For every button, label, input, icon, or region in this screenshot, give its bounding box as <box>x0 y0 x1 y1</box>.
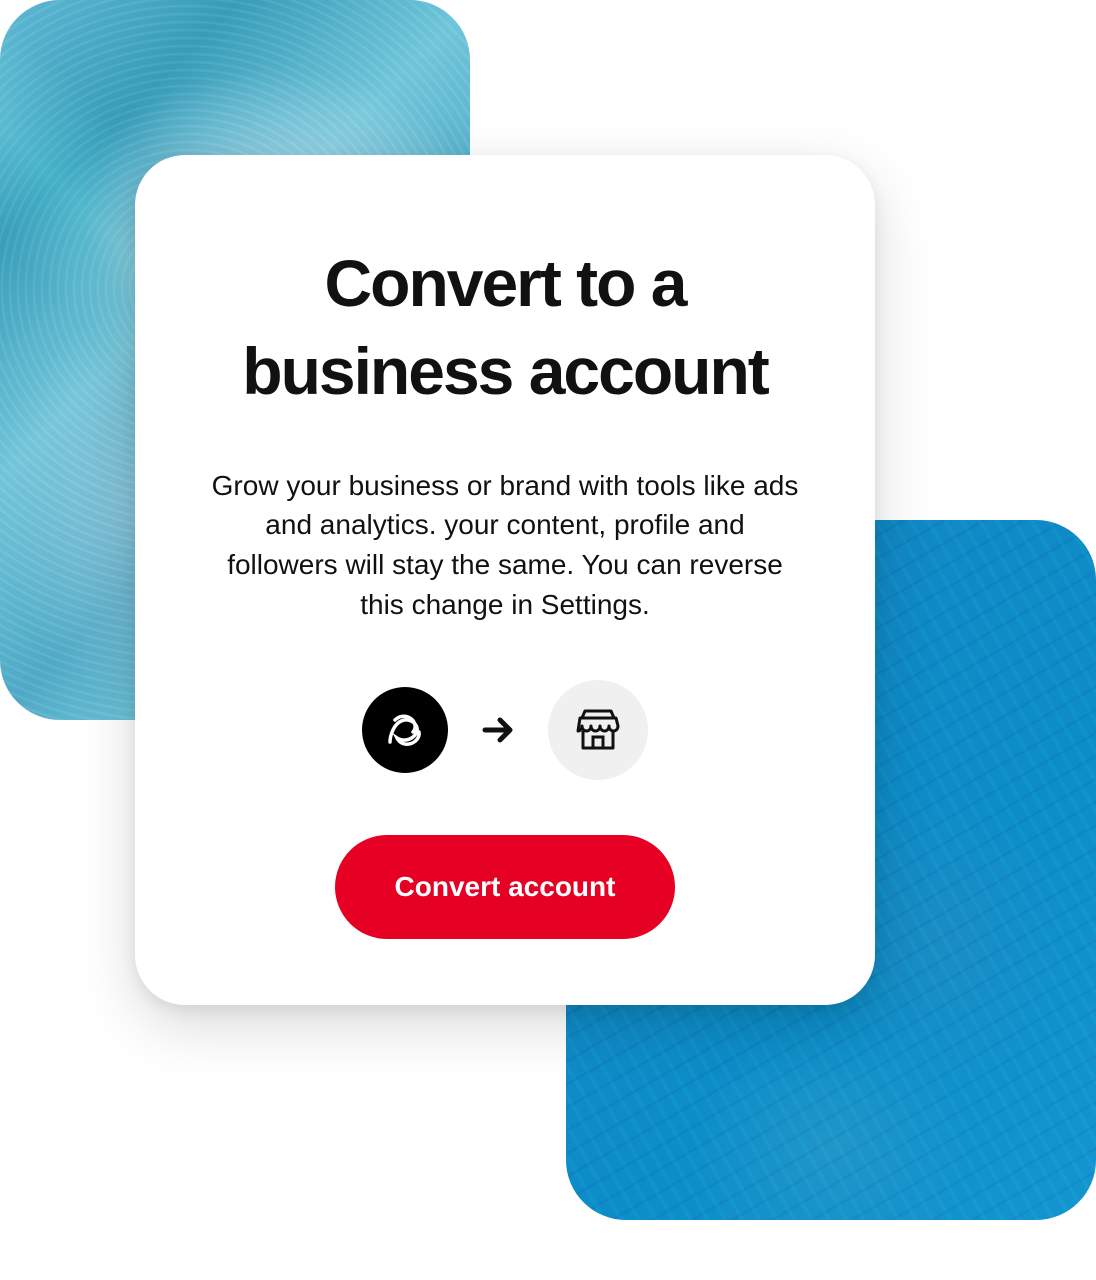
card-title: Convert to a business account <box>210 240 800 416</box>
convert-card: Convert to a business account Grow your … <box>135 155 875 1005</box>
convert-account-button[interactable]: Convert account <box>335 835 676 939</box>
card-description: Grow your business or brand with tools l… <box>210 466 800 625</box>
storefront-icon <box>548 680 648 780</box>
conversion-visual <box>362 680 648 780</box>
user-avatar-icon <box>362 687 448 773</box>
arrow-right-icon <box>476 708 520 752</box>
